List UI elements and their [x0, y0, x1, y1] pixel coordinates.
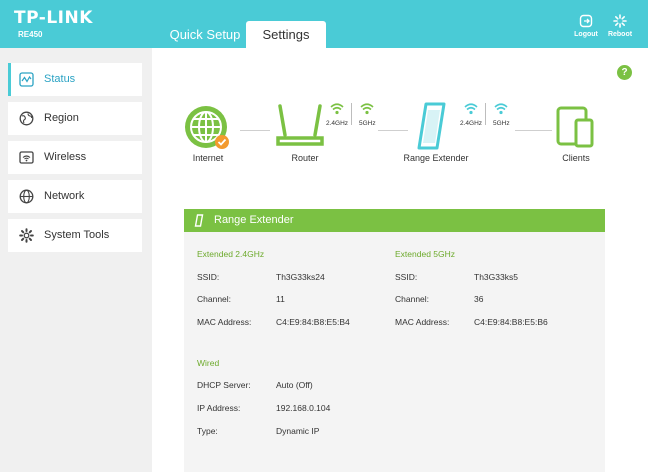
reboot-icon [613, 14, 627, 28]
range-extender-icon [417, 102, 446, 150]
router-icon [276, 104, 324, 146]
field-label: SSID: [395, 272, 418, 282]
sidebar: Status Region Wireless Network System To… [0, 48, 152, 472]
band-label-24: 2.4GHz [326, 120, 349, 127]
dhcp-server-value: Auto (Off) [276, 380, 313, 390]
wifi-5ghz-icon [494, 103, 508, 115]
wireless-icon [19, 151, 34, 164]
section-title-wired: Wired [197, 358, 220, 368]
band-label-5: 5GHz [359, 120, 376, 127]
mac-5-value: C4:E9:84:B8:E5:B6 [474, 317, 548, 327]
system-tools-icon [19, 228, 34, 243]
ssid-5-value: Th3G33ks5 [474, 272, 518, 282]
connection-type-value: Dynamic IP [276, 426, 320, 436]
internet-label: Internet [192, 153, 224, 163]
logout-label: Logout [574, 31, 598, 38]
link-line [240, 130, 270, 131]
band-divider [351, 103, 352, 125]
help-icon[interactable]: ? [617, 65, 632, 80]
field-label: Type: [197, 426, 218, 436]
internet-globe-icon [185, 106, 229, 149]
link-line [378, 130, 408, 131]
field-label: Channel: [197, 294, 232, 304]
reboot-button[interactable]: Reboot [603, 14, 637, 38]
panel-body: Extended 2.4GHz SSID: Th3G33ks24 Channel… [184, 232, 605, 472]
sidebar-item-label: System Tools [44, 229, 110, 241]
tab-quick-setup[interactable]: Quick Setup [160, 21, 250, 48]
tp-link-logo: TP-LINK [14, 8, 93, 28]
ip-address-value: 192.168.0.104 [276, 403, 331, 413]
status-icon [19, 72, 34, 87]
sidebar-item-system-tools[interactable]: System Tools [8, 219, 142, 252]
range-extender-small-icon [194, 214, 204, 227]
band-label-24: 2.4GHz [460, 120, 483, 127]
sidebar-item-region[interactable]: Region [8, 102, 142, 135]
sidebar-item-label: Status [44, 73, 76, 85]
top-header: TP-LINK RE450 Quick Setup Settings Logou… [0, 0, 648, 48]
wifi-24ghz-icon [330, 103, 344, 115]
logout-button[interactable]: Logout [569, 14, 603, 38]
field-label: MAC Address: [197, 317, 252, 327]
panel-header: Range Extender [184, 209, 605, 232]
field-label: SSID: [197, 272, 220, 282]
network-icon [19, 189, 34, 204]
reboot-label: Reboot [607, 31, 633, 38]
section-title-24ghz: Extended 2.4GHz [197, 249, 265, 259]
panel-title: Range Extender [214, 214, 294, 226]
sidebar-item-network[interactable]: Network [8, 180, 142, 213]
link-line [515, 130, 552, 131]
sidebar-item-label: Wireless [44, 151, 87, 163]
field-label: Channel: [395, 294, 430, 304]
range-extender-label: Range Extender [403, 153, 469, 163]
sidebar-item-label: Region [44, 112, 79, 124]
clients-icon [556, 106, 594, 148]
field-label: IP Address: [197, 403, 241, 413]
band-label-5: 5GHz [493, 120, 510, 127]
band-divider [485, 103, 486, 125]
section-title-5ghz: Extended 5GHz [395, 249, 456, 259]
sidebar-item-wireless[interactable]: Wireless [8, 141, 142, 174]
wifi-24ghz-icon [464, 103, 478, 115]
tab-settings[interactable]: Settings [246, 21, 326, 48]
wifi-5ghz-icon [360, 103, 374, 115]
clients-label: Clients [562, 153, 590, 163]
sidebar-item-label: Network [44, 190, 85, 202]
router-label: Router [291, 153, 319, 163]
model-name: RE450 [18, 30, 43, 39]
mac-24-value: C4:E9:84:B8:E5:B4 [276, 317, 350, 327]
field-label: DHCP Server: [197, 380, 251, 390]
channel-24-value: 11 [276, 294, 285, 304]
logout-icon [579, 14, 593, 28]
region-icon [19, 111, 34, 126]
sidebar-item-status[interactable]: Status [8, 63, 142, 96]
ssid-24-value: Th3G33ks24 [276, 272, 325, 282]
channel-5-value: 36 [474, 294, 484, 304]
field-label: MAC Address: [395, 317, 450, 327]
